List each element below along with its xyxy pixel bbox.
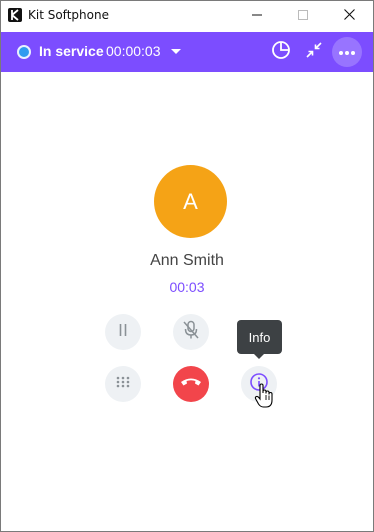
phone-hangup-icon bbox=[180, 375, 202, 393]
pie-chart-icon bbox=[271, 40, 291, 65]
maximize-button[interactable] bbox=[280, 1, 326, 31]
app-logo-icon bbox=[8, 8, 22, 22]
mic-off-icon bbox=[182, 320, 200, 345]
statistics-button[interactable] bbox=[266, 37, 296, 67]
collapse-button[interactable] bbox=[299, 37, 329, 67]
status-indicator bbox=[17, 45, 31, 59]
close-icon bbox=[343, 7, 355, 25]
maximize-icon bbox=[298, 7, 308, 25]
hand-cursor-icon bbox=[254, 383, 274, 414]
hold-button[interactable] bbox=[105, 314, 141, 350]
minimize-arrows-icon bbox=[305, 41, 323, 64]
mute-button[interactable] bbox=[173, 314, 209, 350]
call-duration: 00:03 bbox=[169, 279, 205, 295]
pause-icon bbox=[117, 323, 129, 342]
caller-name: Ann Smith bbox=[150, 252, 224, 269]
more-icon bbox=[338, 43, 356, 61]
info-tooltip: Info bbox=[237, 320, 282, 354]
status-header: In service 00:00:03 bbox=[1, 32, 373, 72]
avatar: A bbox=[154, 165, 227, 238]
dialpad-icon bbox=[115, 375, 131, 393]
status-label[interactable]: In service bbox=[39, 43, 104, 59]
softphone-window: Kit Softphone In service 00:00:03 A Ann … bbox=[0, 0, 374, 532]
minimize-icon bbox=[252, 7, 262, 25]
title-bar: Kit Softphone bbox=[1, 1, 373, 31]
status-timer: 00:00:03 bbox=[106, 43, 161, 59]
more-button[interactable] bbox=[332, 37, 362, 67]
close-button[interactable] bbox=[326, 1, 372, 31]
window-title: Kit Softphone bbox=[28, 8, 109, 22]
keypad-button[interactable] bbox=[105, 366, 141, 402]
status-dropdown-caret[interactable] bbox=[171, 49, 181, 54]
hangup-button[interactable] bbox=[173, 366, 209, 402]
tooltip-arrow bbox=[254, 354, 264, 359]
minimize-button[interactable] bbox=[234, 1, 280, 31]
